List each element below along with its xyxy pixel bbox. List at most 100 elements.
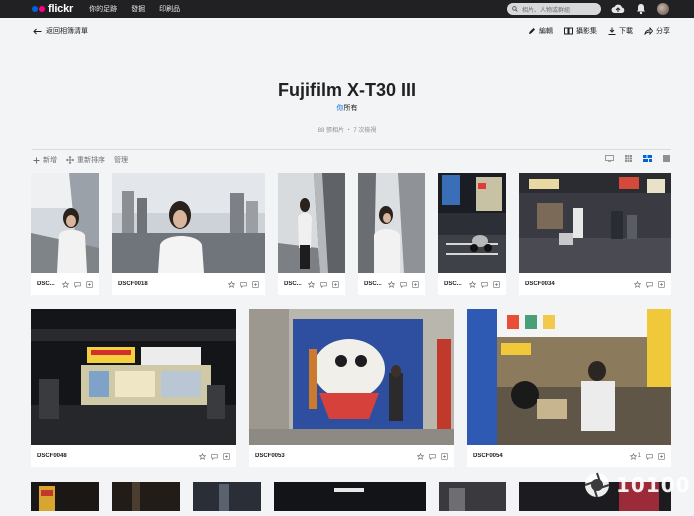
photo-filename[interactable]: DSCF0018: [118, 281, 223, 287]
photo-thumbnail[interactable]: [249, 309, 454, 445]
small-grid-view-icon[interactable]: [625, 155, 632, 162]
photo-card[interactable]: DSCF0053: [249, 309, 454, 467]
add-to-gallery-icon[interactable]: [223, 452, 230, 460]
comment-icon[interactable]: [74, 281, 81, 288]
fave-star-icon[interactable]: [469, 280, 476, 288]
photo-meta: DSC...: [358, 273, 425, 295]
fave-star-icon[interactable]: [199, 452, 206, 460]
photo-thumbnail[interactable]: [112, 482, 180, 511]
add-to-gallery-icon[interactable]: [86, 280, 93, 288]
add-to-gallery-icon[interactable]: [332, 280, 339, 288]
search-input[interactable]: 相片、人物或群組: [522, 5, 570, 14]
camera-aperture-icon: [584, 472, 610, 498]
album-owner: 你所有: [0, 103, 694, 113]
main-nav: 你的足跡 發掘 印刷品: [89, 4, 194, 14]
comment-icon[interactable]: [646, 281, 653, 288]
fave-star-icon[interactable]: [417, 452, 424, 460]
comment-icon[interactable]: [320, 281, 327, 288]
fave-star-icon[interactable]: [388, 280, 395, 288]
comment-icon[interactable]: [400, 281, 407, 288]
photo-thumbnail[interactable]: [439, 482, 506, 511]
photo-meta: DSCF0034: [519, 273, 671, 295]
album-toolbar: 新增 重新排序 管理: [33, 155, 137, 165]
photo-card[interactable]: [274, 482, 426, 511]
upload-cloud-icon[interactable]: [611, 3, 625, 15]
back-to-albums-link[interactable]: 返回相簿清單: [33, 26, 88, 36]
large-view-icon[interactable]: [663, 155, 670, 162]
add-to-gallery-icon[interactable]: [493, 280, 500, 288]
header-divider: [32, 149, 671, 150]
justified-view-icon[interactable]: [643, 155, 652, 162]
pencil-icon: [529, 28, 535, 34]
photo-card[interactable]: [112, 482, 180, 511]
photo-meta: DSCF0054 1: [467, 445, 671, 467]
logo-text: flickr: [48, 3, 74, 15]
comment-icon[interactable]: [429, 453, 436, 460]
comment-icon[interactable]: [646, 453, 653, 460]
photo-card[interactable]: [439, 482, 506, 511]
photo-filename[interactable]: DSCF0034: [525, 281, 629, 287]
fave-star-icon[interactable]: [308, 280, 315, 288]
add-to-gallery-icon[interactable]: [658, 280, 665, 288]
photo-card[interactable]: DSC...: [358, 173, 425, 295]
add-to-gallery-icon[interactable]: [252, 280, 259, 288]
photo-filename[interactable]: DSCF0053: [255, 453, 412, 459]
flickr-logo[interactable]: flickr: [32, 3, 73, 15]
fave-star-icon[interactable]: [228, 280, 235, 288]
search-box[interactable]: 相片、人物或群組: [507, 3, 601, 15]
photo-thumbnail[interactable]: [278, 173, 345, 273]
edit-button[interactable]: 編輯: [528, 26, 553, 36]
add-to-gallery-icon[interactable]: [441, 452, 448, 460]
photo-card[interactable]: DSCF0034: [519, 173, 671, 295]
photo-filename[interactable]: DSCF0054: [473, 453, 625, 459]
photo-card[interactable]: DSC...: [278, 173, 345, 295]
photo-thumbnail[interactable]: [438, 173, 506, 273]
notifications-bell-icon[interactable]: [636, 3, 646, 15]
fave-star-icon[interactable]: [634, 280, 641, 288]
photo-thumbnail[interactable]: [193, 482, 261, 511]
photo-thumbnail[interactable]: [519, 173, 671, 273]
reorder-button[interactable]: 重新排序: [66, 155, 105, 165]
fave-star-icon[interactable]: [62, 280, 69, 288]
photo-thumbnail[interactable]: [358, 173, 425, 273]
photo-card[interactable]: DSCF0054 1: [467, 309, 671, 467]
comment-icon[interactable]: [240, 281, 247, 288]
photo-card[interactable]: DSC...: [31, 173, 99, 295]
photo-card[interactable]: DSCF0048: [31, 309, 236, 467]
owner-link[interactable]: 你: [337, 105, 344, 112]
manage-label: 管理: [114, 157, 128, 164]
share-arrow-icon: [644, 27, 653, 35]
photo-card[interactable]: [31, 482, 99, 511]
photo-card[interactable]: DSC...: [438, 173, 506, 295]
photo-thumbnail[interactable]: [31, 173, 99, 273]
add-to-gallery-icon[interactable]: [658, 452, 665, 460]
comment-icon[interactable]: [211, 453, 218, 460]
add-button[interactable]: 新增: [33, 155, 57, 165]
photo-thumbnail[interactable]: [31, 309, 236, 445]
nav-prints[interactable]: 印刷品: [159, 4, 180, 14]
logo-pink-dot: [39, 6, 45, 12]
share-button[interactable]: 分享: [644, 26, 670, 36]
slideshow-view-icon[interactable]: [605, 155, 614, 162]
user-avatar[interactable]: [657, 3, 669, 15]
photo-thumbnail[interactable]: [112, 173, 265, 273]
photo-card[interactable]: [193, 482, 261, 511]
fave-star-icon[interactable]: 1: [629, 452, 641, 460]
photo-thumbnail[interactable]: [274, 482, 426, 511]
add-to-gallery-icon[interactable]: [412, 280, 419, 288]
photo-card[interactable]: DSCF0018: [112, 173, 265, 295]
photo-filename[interactable]: DSC...: [364, 281, 383, 287]
comment-icon[interactable]: [481, 281, 488, 288]
photo-filename[interactable]: DSC...: [37, 281, 57, 287]
photo-filename[interactable]: DSCF0048: [37, 453, 194, 459]
download-button[interactable]: 下載: [608, 26, 633, 36]
nav-explore[interactable]: 發掘: [131, 4, 145, 14]
photo-filename[interactable]: DSC...: [444, 281, 464, 287]
photo-filename[interactable]: DSC...: [284, 281, 303, 287]
slideshow-button[interactable]: 攝影集: [564, 26, 597, 36]
back-label: 返回相簿清單: [46, 28, 88, 35]
photo-thumbnail[interactable]: [467, 309, 671, 445]
photo-thumbnail[interactable]: [31, 482, 99, 511]
nav-you[interactable]: 你的足跡: [89, 4, 117, 14]
manage-button[interactable]: 管理: [114, 155, 128, 165]
